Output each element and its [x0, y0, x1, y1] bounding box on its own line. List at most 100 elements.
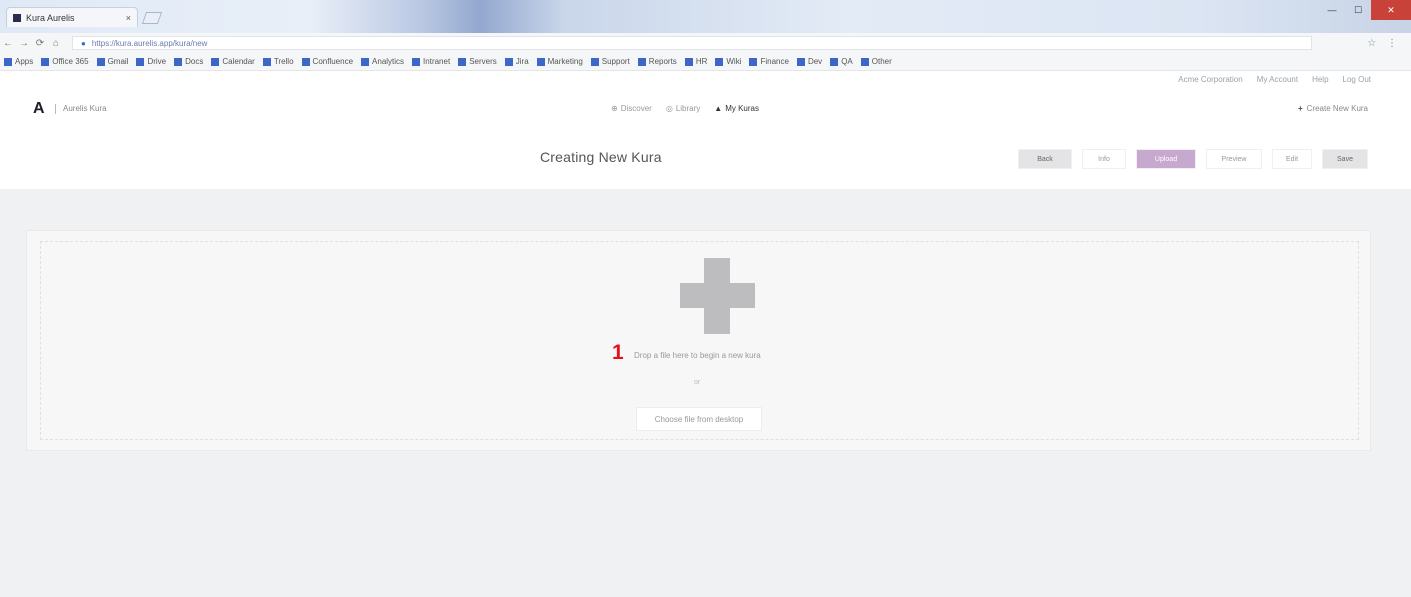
bookmark-label: Jira [515, 57, 529, 66]
bookmark-item[interactable]: Calendar [211, 57, 255, 66]
main-nav: ⊕ Discover ◎ Library ▲ My Kuras [611, 104, 759, 113]
bookmark-label: Marketing [547, 57, 583, 66]
nav-label: Library [675, 104, 701, 113]
bookmarks-bar: Apps Office 365 Gmail Drive Docs Calendar Trel… [0, 53, 1411, 71]
bookmark-label: QA [841, 57, 853, 66]
bookmark-icon [715, 57, 724, 66]
bookmark-label: Confluence [312, 57, 354, 66]
bookmark-item[interactable]: Jira [504, 57, 529, 66]
bookmark-label: Dev [807, 57, 823, 66]
new-tab-button[interactable] [141, 12, 163, 24]
bookmark-item[interactable]: Apps [4, 57, 33, 66]
browser-menu-icon[interactable]: ☆ ⋮ [1367, 38, 1401, 49]
bookmark-icon [174, 57, 183, 66]
url-field[interactable]: ● https://kura.aurelis.app/kura/new [72, 36, 1312, 50]
minimize-button[interactable]: — [1319, 0, 1345, 20]
top-link[interactable]: My Account [1257, 75, 1298, 84]
create-label: Create New Kura [1306, 104, 1368, 113]
bookmark-icon [860, 57, 869, 66]
step-preview-button[interactable]: Preview [1206, 149, 1262, 169]
bookmark-item[interactable]: Office 365 [41, 57, 89, 66]
bookmark-icon [96, 57, 105, 66]
bookmark-icon [796, 57, 805, 66]
bookmark-label: Reports [648, 57, 677, 66]
window-controls: — ☐ ✕ [1319, 0, 1411, 20]
logo-divider [55, 104, 56, 114]
bookmark-label: Gmail [107, 57, 129, 66]
bookmark-item[interactable]: Wiki [715, 57, 741, 66]
bookmark-icon [301, 57, 310, 66]
bookmark-icon [262, 57, 271, 66]
tab-title: Kura Aurelis [26, 12, 75, 23]
url-text: https://kura.aurelis.app/kura/new [91, 38, 208, 48]
step-upload-button[interactable]: Upload [1136, 149, 1196, 169]
back-icon[interactable]: ← [0, 38, 16, 49]
bookmark-item[interactable]: Dev [796, 57, 823, 66]
bookmark-item[interactable]: Marketing [536, 57, 583, 66]
bookmark-item[interactable]: HR [684, 57, 708, 66]
nav-item-discover[interactable]: ⊕ Discover [611, 104, 652, 113]
top-link[interactable]: Log Out [1343, 75, 1371, 84]
address-bar-row: ← → ⟳ ⌂ ● https://kura.aurelis.app/kura/… [0, 33, 1411, 53]
tab-close-icon[interactable]: × [126, 13, 131, 23]
step-edit-button[interactable]: Edit [1272, 149, 1312, 169]
my-kuras-icon: ▲ [714, 104, 723, 113]
bookmark-label: Apps [15, 57, 34, 66]
bookmark-label: Other [871, 57, 892, 66]
bookmark-label: Finance [760, 57, 789, 66]
bookmark-label: Drive [147, 57, 167, 66]
bookmark-label: Wiki [726, 57, 742, 66]
choose-file-button[interactable]: Choose file from desktop [636, 407, 762, 431]
discover-icon: ⊕ [611, 104, 618, 113]
bookmark-icon [211, 57, 220, 66]
top-links: Acme Corporation My Account Help Log Out [1178, 75, 1371, 84]
nav-item-library[interactable]: ◎ Library [666, 104, 700, 113]
bookmark-label: HR [695, 57, 708, 66]
bookmark-item[interactable]: Support [590, 57, 630, 66]
bookmark-item[interactable]: Analytics [361, 57, 404, 66]
bookmark-label: Support [601, 57, 630, 66]
step-info-button[interactable]: Info [1082, 149, 1126, 169]
bookmark-label: Calendar [222, 57, 255, 66]
bookmark-icon [830, 57, 839, 66]
app-header: Acme Corporation My Account Help Log Out A … [0, 71, 1411, 189]
bookmark-item[interactable]: Finance [749, 57, 789, 66]
or-separator: or [694, 379, 701, 386]
bookmark-item[interactable]: Gmail [96, 57, 129, 66]
bookmark-label: Analytics [372, 57, 405, 66]
bookmark-item[interactable]: Other [860, 57, 892, 66]
bookmark-item[interactable]: Trello [262, 57, 294, 66]
top-link[interactable]: Help [1312, 75, 1328, 84]
bookmark-icon [637, 57, 646, 66]
add-file-plus-icon[interactable] [680, 258, 755, 334]
reload-icon[interactable]: ⟳ [32, 38, 48, 49]
bookmark-label: Docs [185, 57, 204, 66]
create-new-kura-link[interactable]: + Create New Kura [1298, 104, 1368, 113]
nav-item-my-kuras[interactable]: ▲ My Kuras [714, 104, 759, 113]
home-icon[interactable]: ⌂ [48, 38, 64, 49]
browser-tab[interactable]: Kura Aurelis × [6, 7, 138, 27]
bookmark-item[interactable]: QA [830, 57, 853, 66]
bookmark-label: Office 365 [52, 57, 89, 66]
back-button[interactable]: Back [1018, 149, 1072, 169]
save-button[interactable]: Save [1322, 149, 1368, 169]
bookmark-item[interactable]: Servers [458, 57, 497, 66]
bookmark-item[interactable]: Intranet [412, 57, 450, 66]
forward-icon[interactable]: → [16, 38, 32, 49]
close-window-button[interactable]: ✕ [1371, 0, 1411, 20]
bookmark-item[interactable]: Docs [174, 57, 203, 66]
bookmark-label: Servers [469, 57, 497, 66]
bookmark-item[interactable]: Confluence [301, 57, 354, 66]
bookmark-icon [4, 57, 12, 66]
bookmark-icon [749, 57, 758, 66]
browser-tabstrip: Kura Aurelis × — ☐ ✕ [0, 0, 1411, 33]
maximize-button[interactable]: ☐ [1345, 0, 1371, 20]
logo[interactable]: A [33, 100, 45, 118]
bookmark-icon [590, 57, 599, 66]
top-link[interactable]: Acme Corporation [1178, 75, 1242, 84]
site-favicon-icon [13, 13, 21, 22]
bookmark-item[interactable]: Reports [637, 57, 677, 66]
bookmark-item[interactable]: Drive [136, 57, 166, 66]
lock-icon: ● [81, 38, 86, 48]
library-icon: ◎ [665, 104, 673, 113]
